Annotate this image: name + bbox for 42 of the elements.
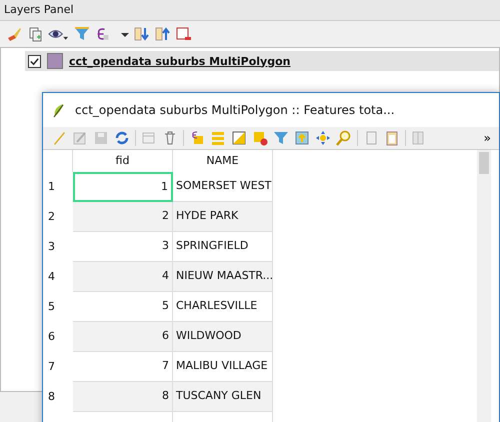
- zoom-icon[interactable]: [336, 130, 352, 146]
- layer-name: cct_opendata suburbs MultiPolygon: [69, 54, 290, 68]
- trash-icon[interactable]: [162, 130, 178, 146]
- toolbar-overflow-button[interactable]: »: [480, 131, 495, 145]
- table-cell[interactable]: NIEUW MAASTR...: [173, 262, 273, 292]
- arrow-up-icon[interactable]: [155, 26, 171, 42]
- duplicate-icon[interactable]: [27, 26, 43, 42]
- row-header[interactable]: 5: [43, 292, 73, 322]
- deselect-icon[interactable]: [252, 130, 268, 146]
- window-title: cct_opendata suburbs MultiPolygon :: Features tota...: [75, 103, 395, 117]
- row-header[interactable]: 7: [43, 352, 73, 382]
- table-cell[interactable]: 2: [73, 202, 173, 232]
- table-cell[interactable]: 8: [73, 382, 173, 412]
- paintbrush-icon[interactable]: [6, 26, 22, 42]
- row-header[interactable]: 3: [43, 232, 73, 262]
- pencil-icon[interactable]: [51, 130, 67, 146]
- table-cell[interactable]: TUSCANY GLEN: [173, 382, 273, 412]
- row-header[interactable]: 2: [43, 202, 73, 232]
- layer-row[interactable]: cct_opendata suburbs MultiPolygon: [25, 51, 499, 71]
- table-cell[interactable]: 6: [73, 322, 173, 352]
- row-header[interactable]: 6: [43, 322, 73, 352]
- table-cell[interactable]: WILDWOOD: [173, 322, 273, 352]
- filter-icon[interactable]: [273, 130, 289, 146]
- table-cell[interactable]: 1: [73, 172, 173, 202]
- pan-icon[interactable]: [315, 130, 331, 146]
- table-cell[interactable]: HYDE PARK: [173, 202, 273, 232]
- scrollbar[interactable]: [477, 150, 491, 422]
- table-cell[interactable]: 4: [73, 262, 173, 292]
- remove-layer-icon[interactable]: [176, 26, 192, 42]
- arrow-down-icon[interactable]: [134, 26, 150, 42]
- row-header[interactable]: 1: [43, 172, 73, 202]
- refresh-icon[interactable]: [114, 130, 130, 146]
- scrollbar-thumb[interactable]: [479, 152, 489, 174]
- layer-checkbox[interactable]: [28, 54, 41, 68]
- move-to-top-icon[interactable]: [294, 130, 310, 146]
- filter-icon[interactable]: [74, 26, 90, 42]
- multi-edit-icon[interactable]: [72, 130, 88, 146]
- row-header[interactable]: 4: [43, 262, 73, 292]
- paste-icon[interactable]: [384, 130, 400, 146]
- panel-title: Layers Panel: [0, 0, 500, 21]
- invert-selection-icon[interactable]: [231, 130, 247, 146]
- row-header[interactable]: 8: [43, 382, 73, 412]
